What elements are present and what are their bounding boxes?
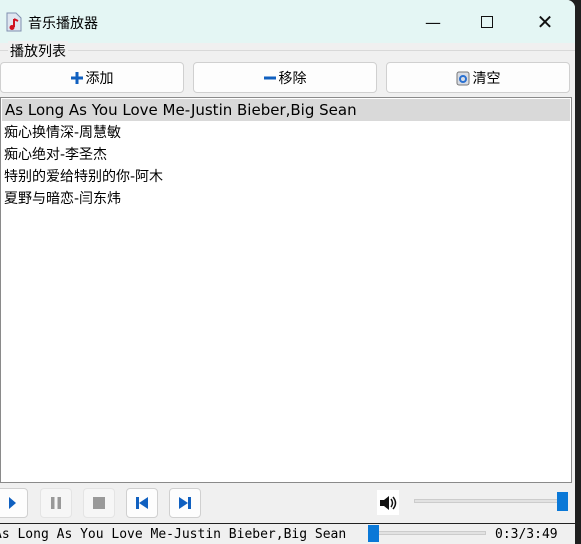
playlist-item[interactable]: As Long As You Love Me-Justin Bieber,Big… [2, 99, 570, 121]
volume-slider-track[interactable] [414, 499, 564, 503]
playlist-item[interactable]: 痴心换情深-周慧敏 [1, 122, 571, 144]
progress-slider-track[interactable] [368, 531, 486, 535]
maximize-button[interactable] [464, 8, 510, 36]
recycle-bin-icon [456, 71, 469, 85]
volume-icon[interactable] [377, 490, 399, 515]
playlist-item[interactable]: 夏野与暗恋-闫东炜 [1, 188, 571, 210]
close-button[interactable]: ✕ [522, 8, 568, 36]
remove-button-label: 移除 [278, 70, 307, 87]
stop-icon [93, 497, 105, 509]
next-button[interactable] [169, 488, 201, 518]
next-icon [179, 497, 191, 509]
playlist-item[interactable]: 痴心绝对-李圣杰 [1, 144, 571, 166]
playlist-group-label: 播放列表 [8, 41, 68, 61]
minus-icon [263, 76, 276, 79]
playlist-group-border [0, 50, 575, 51]
play-button[interactable] [0, 488, 28, 518]
add-button[interactable]: 添加 [0, 62, 184, 93]
title-bar: 音乐播放器 — ✕ [0, 0, 575, 43]
previous-icon [136, 497, 148, 509]
plus-icon [70, 71, 83, 84]
window-title: 音乐播放器 [28, 16, 98, 32]
now-playing-text: As Long As You Love Me-Justin Bieber,Big… [0, 527, 347, 542]
minimize-button[interactable]: — [410, 8, 456, 36]
playlist-item[interactable]: 特别的爱给特别的你-阿木 [1, 166, 571, 188]
play-icon [9, 497, 16, 509]
maximize-icon [481, 16, 493, 28]
music-player-window: 音乐播放器 — ✕ 播放列表 添加 移除 清空 As Long As You L… [0, 0, 575, 544]
status-bar: As Long As You Love Me-Justin Bieber,Big… [0, 523, 575, 544]
music-file-icon [6, 12, 22, 32]
remove-button[interactable]: 移除 [193, 62, 377, 93]
progress-slider-thumb[interactable] [368, 525, 380, 542]
time-display: 0:3/3:49 [495, 527, 558, 542]
pause-button[interactable] [40, 488, 72, 518]
pause-icon [51, 497, 61, 509]
add-button-label: 添加 [85, 70, 114, 87]
previous-button[interactable] [126, 488, 158, 518]
playlist[interactable]: As Long As You Love Me-Justin Bieber,Big… [0, 97, 572, 483]
clear-button[interactable]: 清空 [386, 62, 570, 93]
clear-button-label: 清空 [472, 70, 501, 87]
stop-button[interactable] [83, 488, 115, 518]
volume-slider-thumb[interactable] [557, 492, 568, 511]
